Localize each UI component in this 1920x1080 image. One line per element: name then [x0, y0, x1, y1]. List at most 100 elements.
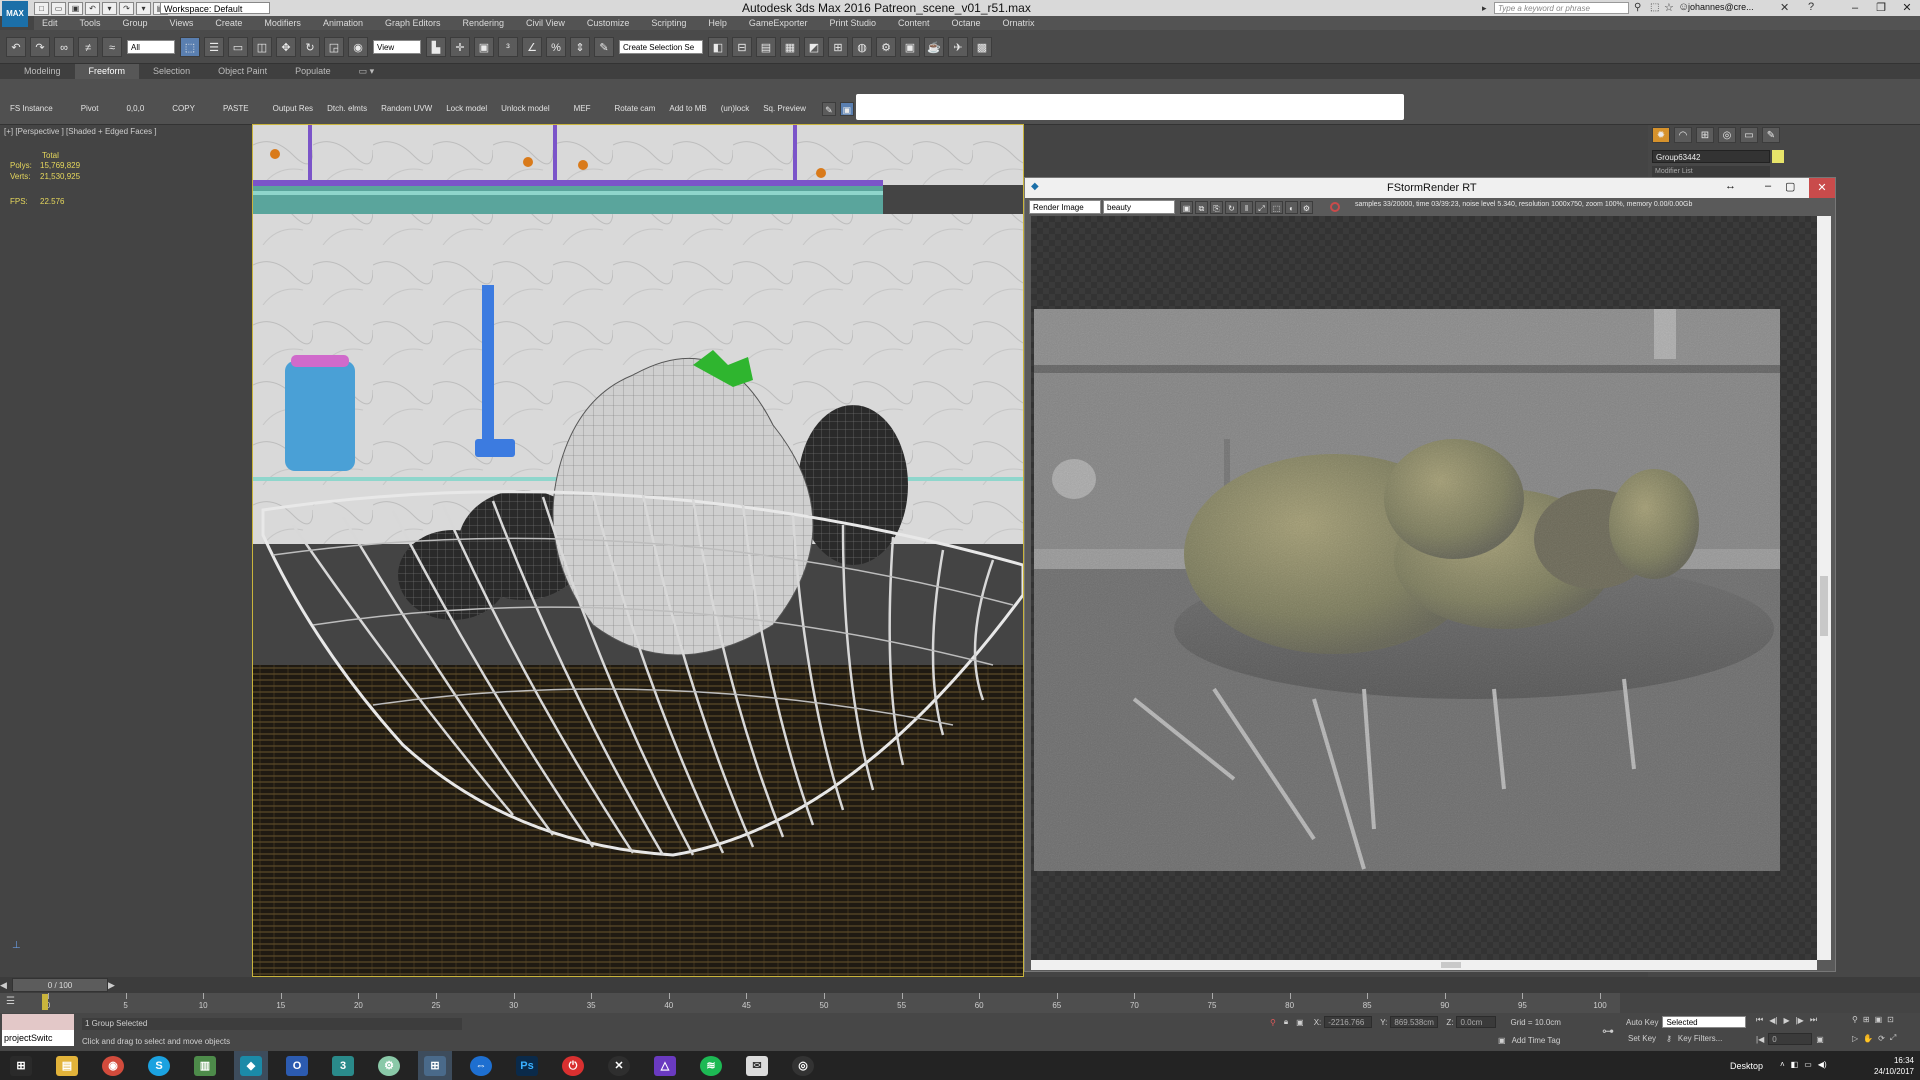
unlock-model-button[interactable]: Unlock model [501, 104, 549, 113]
field-of-view-icon[interactable]: ▷ [1852, 1034, 1858, 1043]
menu-customize[interactable]: Customize [587, 18, 630, 28]
go-to-start-icon[interactable]: ⏮ [1756, 1015, 1763, 1025]
refresh-render-icon[interactable]: ↻ [1225, 200, 1238, 214]
auto-key-button[interactable]: Auto Key [1626, 1018, 1658, 1027]
time-tag-icon[interactable]: ▣ [1498, 1036, 1506, 1045]
select-by-name-icon[interactable]: ☰ [204, 36, 224, 57]
undo-icon[interactable]: ↶ [85, 2, 100, 15]
random-uvw-button[interactable]: Random UVW [381, 104, 432, 113]
tray-overflow-icon[interactable]: ˄ [1780, 1060, 1785, 1069]
affinity-icon[interactable]: △ [648, 1051, 682, 1080]
ribbon-options-icon[interactable]: ▭ ▾ [345, 64, 389, 79]
orbit-icon[interactable]: ⟳ [1878, 1034, 1885, 1043]
schematic-view-icon[interactable]: ⊞ [828, 36, 848, 57]
binoculars-icon[interactable]: ⚲ [1634, 2, 1641, 13]
play-icon[interactable]: ▶ [1783, 1016, 1789, 1025]
select-manipulate-icon[interactable]: ✛ [450, 36, 470, 57]
utilities-tab-icon[interactable]: ✎ [1762, 127, 1780, 143]
add-time-tag-button[interactable]: Add Time Tag [1512, 1036, 1561, 1045]
search-expand-icon[interactable]: ▸ [1482, 3, 1487, 14]
clone-window-icon[interactable]: ⎘ [1210, 200, 1223, 214]
desktop-toolbar-label[interactable]: Desktop [1730, 1061, 1763, 1071]
pivot-center-icon[interactable]: ▙ [426, 36, 446, 57]
selection-filter-dropdown[interactable]: All [127, 39, 175, 54]
detach-elements-button[interactable]: Dtch. elmts [327, 104, 367, 113]
teamviewer-icon[interactable]: ⇔ [464, 1051, 498, 1080]
menu-ornatrix[interactable]: Ornatrix [1003, 18, 1035, 28]
time-slider-next-icon[interactable]: ▶ [108, 980, 115, 991]
photoshop-icon[interactable]: Ps [510, 1051, 544, 1080]
named-selection-dropdown[interactable]: Create Selection Se [619, 39, 703, 54]
previous-frame-icon[interactable]: ◀| [1769, 1016, 1777, 1025]
menu-print-studio[interactable]: Print Studio [829, 18, 876, 28]
resize-arrows-icon[interactable]: ↔ [1725, 180, 1736, 192]
notepad-icon[interactable]: ▥ [188, 1051, 222, 1080]
menu-scripting[interactable]: Scripting [651, 18, 686, 28]
isolate-icon[interactable]: ⚲ [1270, 1018, 1276, 1027]
start-button-icon[interactable]: ⊞ [4, 1051, 38, 1080]
output-res-button[interactable]: Output Res [273, 104, 313, 113]
motion-tab-icon[interactable]: ◎ [1718, 127, 1736, 143]
pan-icon[interactable]: ✋ [1863, 1034, 1873, 1043]
network-tray-icon[interactable]: ▭ [1804, 1060, 1812, 1069]
tab-selection[interactable]: Selection [139, 64, 204, 79]
render-minimize-button[interactable]: – [1765, 180, 1771, 192]
key-mode-toggle-icon[interactable]: |◀ [1756, 1035, 1764, 1044]
settings-icon[interactable]: ⚙ [1300, 200, 1313, 214]
outlook-icon[interactable]: O [280, 1051, 314, 1080]
close-button[interactable]: ✕ [1894, 0, 1920, 16]
layer-explorer-icon[interactable]: ▤ [756, 36, 776, 57]
current-frame-marker[interactable] [42, 994, 48, 1010]
tab-object-paint[interactable]: Object Paint [204, 64, 281, 79]
zoom-extents-all-icon[interactable]: ⊡ [1887, 1015, 1894, 1024]
help-search-input[interactable]: Type a keyword or phrase [1494, 2, 1629, 14]
user-account[interactable]: johannes@cre... [1688, 2, 1754, 12]
modify-tab-icon[interactable]: ◠ [1674, 127, 1692, 143]
app-logo-icon[interactable]: MAX [2, 1, 28, 27]
zoom-all-icon[interactable]: ⊞ [1863, 1015, 1870, 1024]
maximize-viewport-icon[interactable]: ⤢ [1890, 1033, 1896, 1043]
select-object-icon[interactable]: ⬚ [180, 36, 200, 57]
menu-group[interactable]: Group [123, 18, 148, 28]
z-coordinate-field[interactable]: 0.0cm [1456, 1016, 1497, 1028]
menu-rendering[interactable]: Rendering [463, 18, 505, 28]
xbox-icon[interactable]: ✕ [602, 1051, 636, 1080]
exchange-icon[interactable]: ✕ [1780, 1, 1789, 14]
redo-icon[interactable]: ↷ [119, 2, 134, 15]
open-file-icon[interactable]: ▭ [51, 2, 66, 15]
render-iterative-icon[interactable]: ✈ [948, 36, 968, 57]
window-crossing-icon[interactable]: ◫ [252, 36, 272, 57]
region-render-icon[interactable]: ⬚ [1270, 200, 1283, 214]
pivot-button[interactable]: Pivot [81, 104, 99, 113]
menu-graph-editors[interactable]: Graph Editors [385, 18, 441, 28]
menu-views[interactable]: Views [170, 18, 194, 28]
material-editor-icon[interactable]: ◍ [852, 36, 872, 57]
zoom-extents-icon[interactable]: ▣ [1875, 1015, 1883, 1024]
render-production-icon[interactable]: ☕ [924, 36, 944, 57]
power-app-icon[interactable]: ⏻ [556, 1051, 590, 1080]
menu-content[interactable]: Content [898, 18, 930, 28]
render-canvas[interactable] [1031, 216, 1817, 960]
unlock-toggle-button[interactable]: (un)lock [721, 104, 749, 113]
align-icon[interactable]: ⊟ [732, 36, 752, 57]
select-rotate-icon[interactable]: ↻ [300, 36, 320, 57]
render-close-button[interactable]: ✕ [1809, 178, 1835, 198]
tab-freeform[interactable]: Freeform [74, 64, 140, 79]
copy-button[interactable]: COPY [172, 104, 195, 113]
reference-coordinate-dropdown[interactable]: View [373, 39, 421, 54]
track-bar[interactable]: 0 5 10 15 20 25 30 35 40 45 50 55 60 65 70 75 80 85 90 95 10… [0, 993, 1620, 1013]
pause-render-icon[interactable]: ‖ [1240, 200, 1253, 214]
maxscript-mini-listener[interactable]: projectSwitc [2, 1030, 74, 1046]
rendered-frame-window-icon[interactable]: ▣ [900, 36, 920, 57]
add-to-mb-button[interactable]: Add to MB [669, 104, 706, 113]
selection-lock-icon[interactable]: 🔒︎ [1284, 1017, 1288, 1027]
time-slider-thumb[interactable]: 0 / 100 [12, 978, 108, 992]
color-correction-icon[interactable]: ◐ [1285, 200, 1298, 214]
undo-dropdown-icon[interactable]: ▾ [102, 2, 117, 15]
obs-icon[interactable]: ◎ [786, 1051, 820, 1080]
spotify-icon[interactable]: ≋ [694, 1051, 728, 1080]
script-icon[interactable]: ✎ [821, 102, 836, 116]
fs-instance-button[interactable]: FS Instance [10, 104, 53, 113]
time-config-icon[interactable]: ▣ [1816, 1035, 1824, 1044]
menu-gameexporter[interactable]: GameExporter [749, 18, 808, 28]
